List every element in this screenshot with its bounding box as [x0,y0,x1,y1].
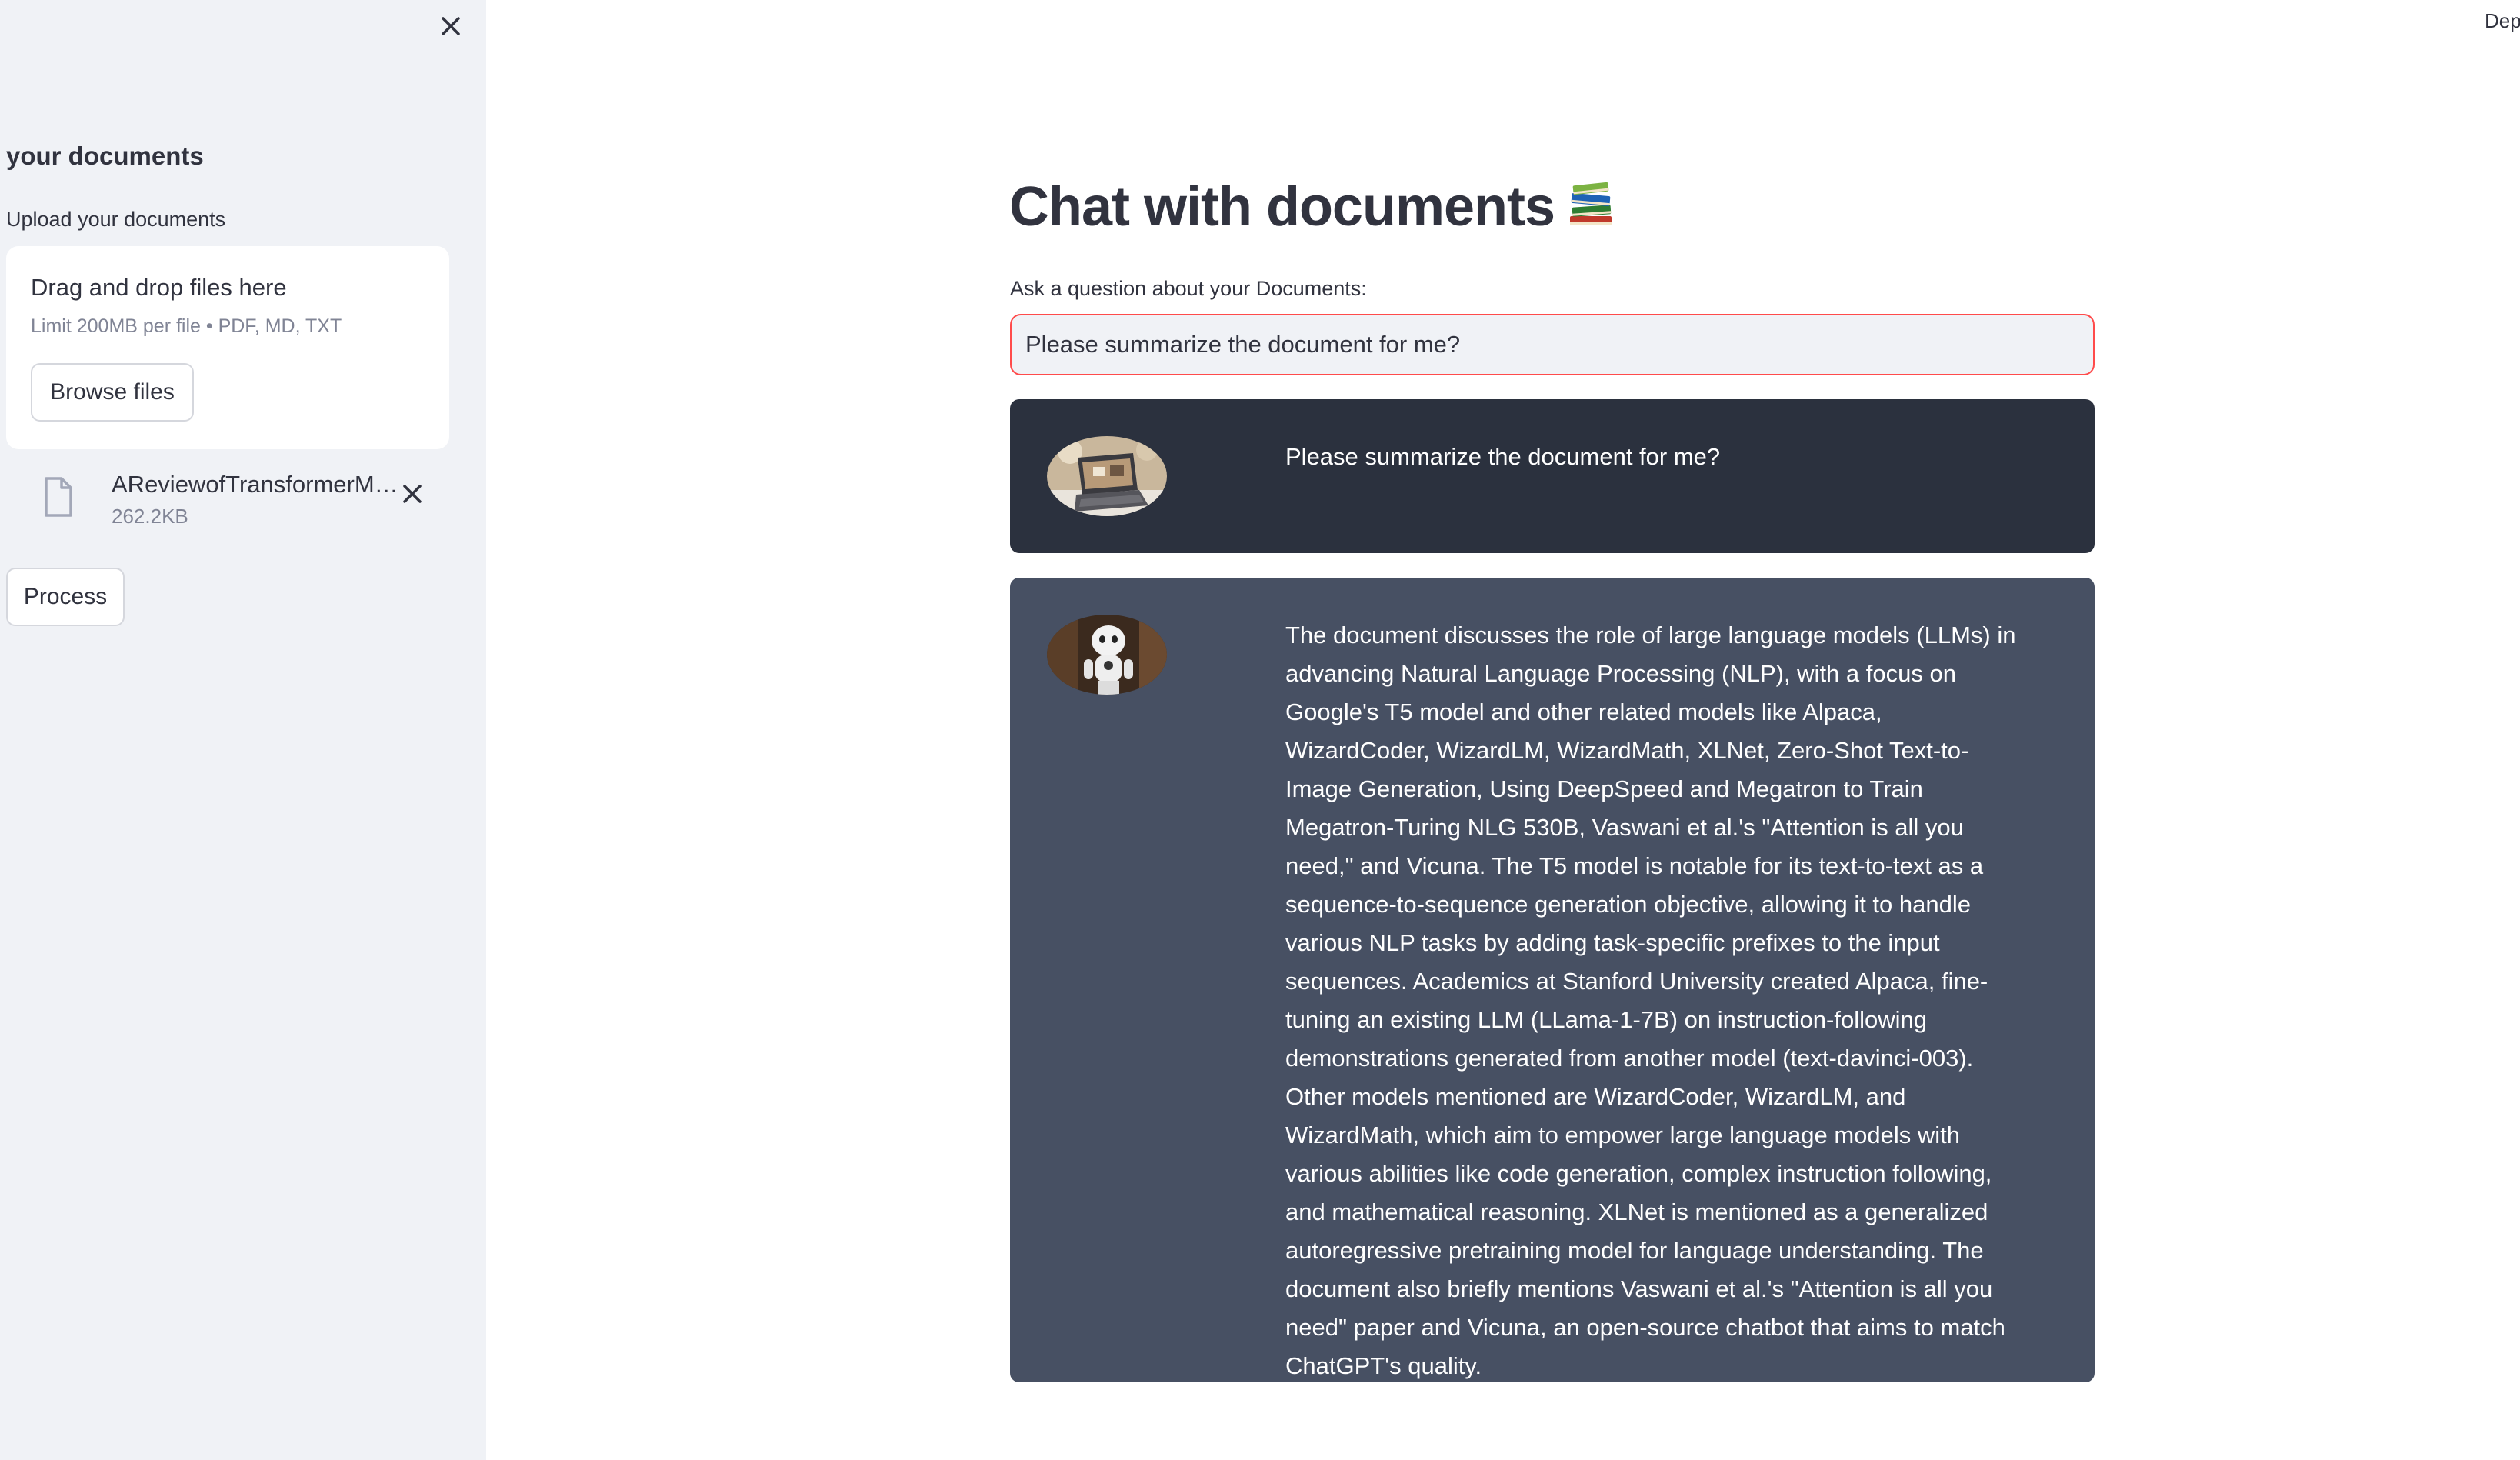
dropzone-limit-text: Limit 200MB per file • PDF, MD, TXT [31,315,342,337]
books-icon [1565,179,1616,230]
upload-label: Upload your documents [6,208,226,231]
chat-message-bot: The document discusses the role of large… [1010,578,2095,1382]
uploaded-file-item: AReviewofTransformerM… 262.2KB [6,462,449,538]
bot-avatar [1047,615,1167,695]
sidebar: your documents Upload your documents Dra… [0,0,486,1460]
user-message-text: Please summarize the document for me? [1285,443,1721,470]
process-button[interactable]: Process [6,568,125,626]
question-label: Ask a question about your Documents: [1010,277,1367,300]
browse-files-button[interactable]: Browse files [31,363,194,422]
chat-message-user: Please summarize the document for me? [1010,399,2095,553]
sidebar-title: your documents [6,142,204,170]
close-sidebar-icon[interactable] [434,9,468,43]
deploy-button[interactable]: Dep [2485,9,2520,33]
file-size: 262.2KB [112,505,188,528]
file-icon [40,475,77,518]
file-dropzone[interactable]: Drag and drop files here Limit 200MB per… [6,246,449,449]
file-name: AReviewofTransformerM… [112,471,396,498]
dropzone-title: Drag and drop files here [31,274,287,301]
page-title: Chat with documents [1009,175,1616,238]
bot-message-text: The document discusses the role of large… [1285,622,2016,1379]
question-input[interactable] [1010,314,2095,375]
remove-file-icon[interactable] [395,477,429,511]
user-avatar [1047,436,1167,516]
page-title-text: Chat with documents [1009,176,1555,238]
